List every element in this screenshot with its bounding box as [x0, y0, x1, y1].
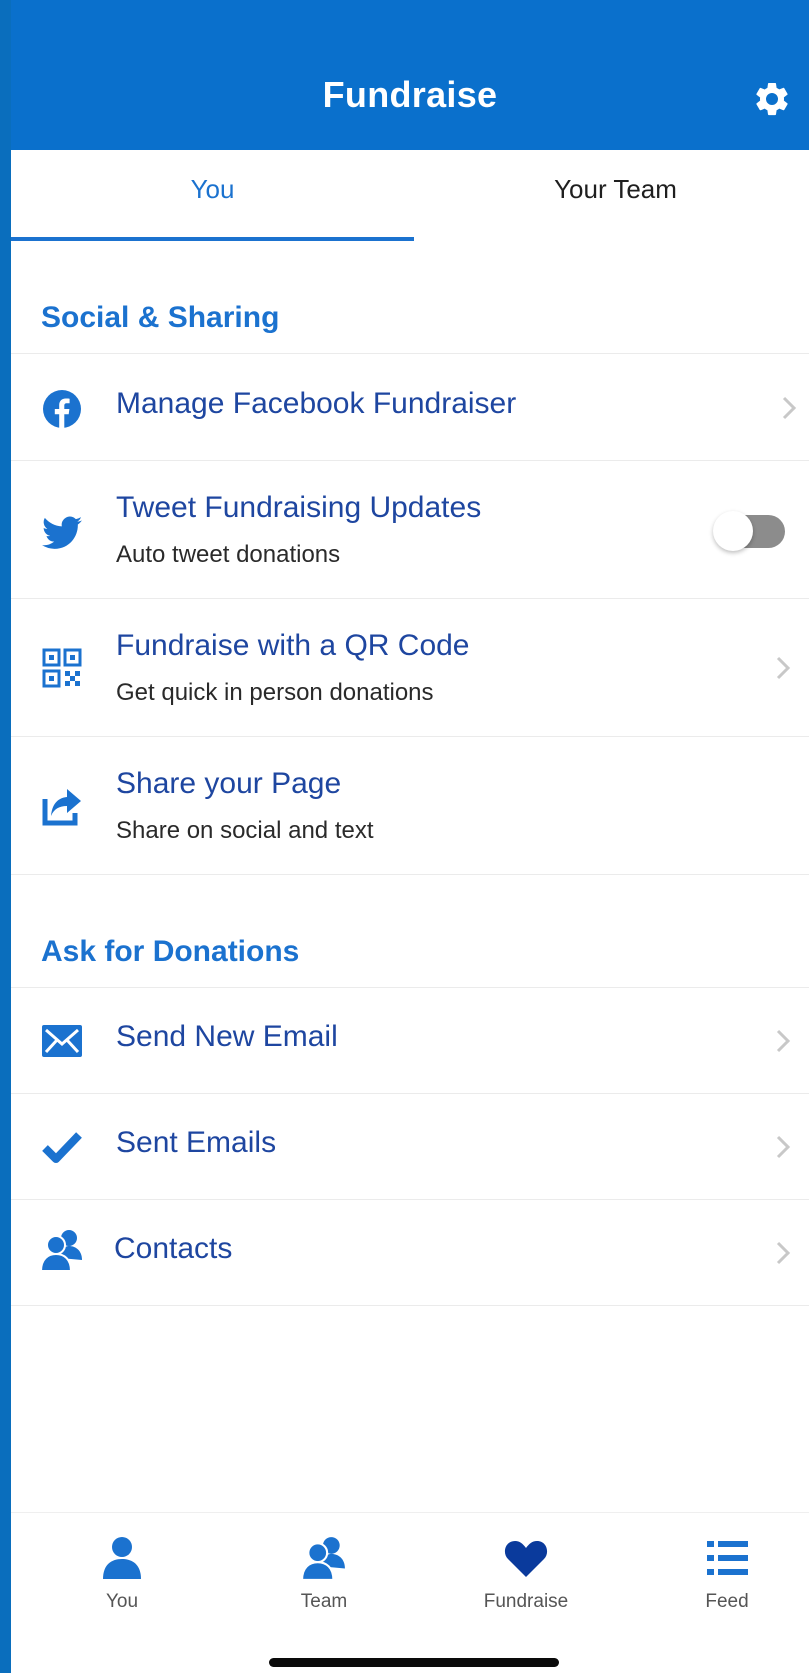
- nav-label: You: [105, 1591, 139, 1612]
- row-contacts[interactable]: Contacts: [11, 1199, 809, 1305]
- nav-item-feed[interactable]: Feed: [667, 1535, 787, 1613]
- tab-your-team[interactable]: Your Team: [414, 150, 809, 241]
- row-title: Sent Emails: [116, 1126, 277, 1159]
- section-title-ask: Ask for Donations: [41, 935, 300, 968]
- nav-label: Feed: [705, 1591, 749, 1612]
- toggle-knob: [713, 511, 753, 551]
- home-indicator: [269, 1658, 559, 1667]
- section-title-social: Social & Sharing: [41, 301, 280, 334]
- gear-icon[interactable]: [752, 79, 792, 119]
- qr-code-icon: [40, 646, 84, 690]
- facebook-icon: [40, 387, 84, 431]
- twitter-icon: [40, 511, 84, 555]
- app-screen: Fundraise You Your Team Social & Sharing…: [11, 0, 809, 1673]
- chevron-right-icon: [776, 1241, 791, 1265]
- row-send-new-email[interactable]: Send New Email: [11, 987, 809, 1093]
- row-share-your-page[interactable]: Share your Page Share on social and text: [11, 736, 809, 874]
- tab-selected-indicator: [11, 237, 414, 241]
- divider: [11, 1305, 809, 1306]
- contacts-icon: [40, 1228, 84, 1272]
- share-icon: [40, 785, 84, 829]
- row-tweet-fundraising-updates: Tweet Fundraising Updates Auto tweet don…: [11, 460, 809, 598]
- nav-item-team[interactable]: Team: [264, 1535, 384, 1613]
- row-title: Contacts: [114, 1232, 233, 1265]
- nav-label: Fundraise: [483, 1591, 569, 1612]
- tab-bar: You Your Team: [11, 150, 809, 241]
- row-title: Share your Page: [116, 767, 342, 800]
- row-title: Send New Email: [116, 1020, 338, 1053]
- team-icon: [301, 1537, 345, 1581]
- chevron-right-icon: [776, 1029, 791, 1053]
- nav-label: Team: [300, 1591, 348, 1612]
- app-header: Fundraise: [11, 0, 809, 150]
- nav-item-fundraise[interactable]: Fundraise: [466, 1535, 586, 1613]
- row-title: Tweet Fundraising Updates: [116, 491, 482, 524]
- row-subtitle: Get quick in person donations: [116, 679, 434, 706]
- list-icon: [707, 1541, 748, 1575]
- page-title: Fundraise: [322, 74, 498, 115]
- bottom-navigation: You Team Fundraise Feed: [11, 1512, 809, 1673]
- chevron-right-icon: [776, 1135, 791, 1159]
- row-title: Fundraise with a QR Code: [116, 629, 470, 662]
- email-icon: [40, 1019, 84, 1063]
- nav-item-you[interactable]: You: [62, 1535, 182, 1613]
- heart-icon: [504, 1541, 548, 1577]
- row-title: Manage Facebook Fundraiser: [116, 387, 517, 420]
- row-sent-emails[interactable]: Sent Emails: [11, 1093, 809, 1199]
- row-fundraise-with-qr-code[interactable]: Fundraise with a QR Code Get quick in pe…: [11, 598, 809, 736]
- row-subtitle: Auto tweet donations: [116, 541, 341, 568]
- checkmark-icon: [40, 1125, 84, 1169]
- row-manage-facebook-fundraiser[interactable]: Manage Facebook Fundraiser: [11, 353, 809, 460]
- auto-tweet-toggle[interactable]: [713, 511, 785, 551]
- chevron-right-icon: [776, 656, 791, 680]
- person-icon: [103, 1537, 141, 1579]
- tab-you[interactable]: You: [11, 150, 414, 241]
- row-subtitle: Share on social and text: [116, 817, 374, 844]
- divider: [11, 874, 809, 875]
- chevron-right-icon: [782, 396, 797, 420]
